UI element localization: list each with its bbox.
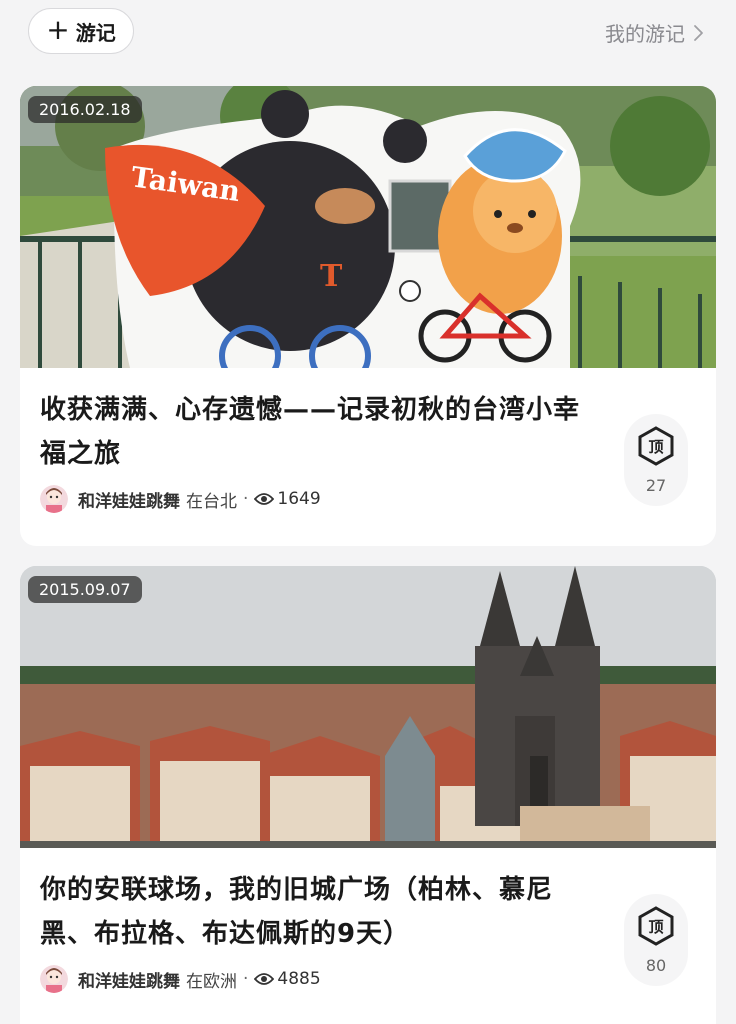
- avatar[interactable]: [40, 965, 68, 993]
- travelogue-card[interactable]: 2015.09.07 你的安联球场，我的旧城广场（柏林、慕尼黑、布拉格、布达佩斯…: [20, 566, 716, 1024]
- new-travelogue-label: 游记: [75, 20, 116, 45]
- plus-icon: +: [46, 12, 70, 46]
- author-name[interactable]: 和洋娃娃跳舞: [78, 967, 180, 992]
- author-name[interactable]: 和洋娃娃跳舞: [78, 487, 180, 512]
- chevron-right-icon: [694, 24, 703, 41]
- post-title[interactable]: 你的安联球场，我的旧城广场（柏林、慕尼黑、布拉格、布达佩斯的9天）: [40, 868, 600, 956]
- cover-photo[interactable]: T Taiwan 2016.02.18: [20, 86, 716, 368]
- post-meta: 和洋娃娃跳舞 在欧洲 · 4885: [40, 964, 321, 994]
- post-title[interactable]: 收获满满、心存遗憾——记录初秋的台湾小幸福之旅: [40, 388, 600, 476]
- cover-photo[interactable]: 2015.09.07: [20, 566, 716, 848]
- post-meta: 和洋娃娃跳舞 在台北 · 1649: [40, 484, 321, 514]
- post-location: 在欧洲: [186, 971, 237, 992]
- eye-icon: [254, 973, 275, 985]
- my-travelogues-link[interactable]: 我的游记: [605, 18, 704, 47]
- like-button[interactable]: 顶 27: [624, 414, 688, 506]
- svg-text:T: T: [320, 259, 343, 294]
- travelogue-card[interactable]: T Taiwan 2016.02.18 收获满满、心存遗憾——记录初秋的台湾小幸…: [20, 86, 716, 546]
- like-count: 80: [645, 956, 667, 975]
- post-location: 在台北: [186, 491, 237, 512]
- separator: ·: [243, 969, 249, 989]
- svg-text:顶: 顶: [648, 918, 663, 936]
- eye-icon: [254, 493, 275, 505]
- upvote-icon: 顶: [638, 906, 674, 946]
- avatar[interactable]: [40, 485, 68, 513]
- taiwan-cutout-photo: T Taiwan: [20, 86, 716, 368]
- upvote-icon: 顶: [638, 426, 674, 466]
- top-bar: + 游记 我的游记: [0, 0, 736, 66]
- like-count: 27: [645, 476, 667, 495]
- view-count: 1649: [277, 489, 321, 509]
- prague-city-photo: [20, 566, 716, 848]
- date-badge: 2016.02.18: [28, 96, 142, 123]
- svg-text:顶: 顶: [648, 438, 663, 456]
- view-count: 4885: [277, 969, 321, 989]
- date-badge: 2015.09.07: [28, 576, 142, 603]
- my-travelogues-label: 我的游记: [605, 22, 685, 46]
- separator: ·: [243, 489, 249, 509]
- new-travelogue-button[interactable]: + 游记: [28, 8, 134, 54]
- like-button[interactable]: 顶 80: [624, 894, 688, 986]
